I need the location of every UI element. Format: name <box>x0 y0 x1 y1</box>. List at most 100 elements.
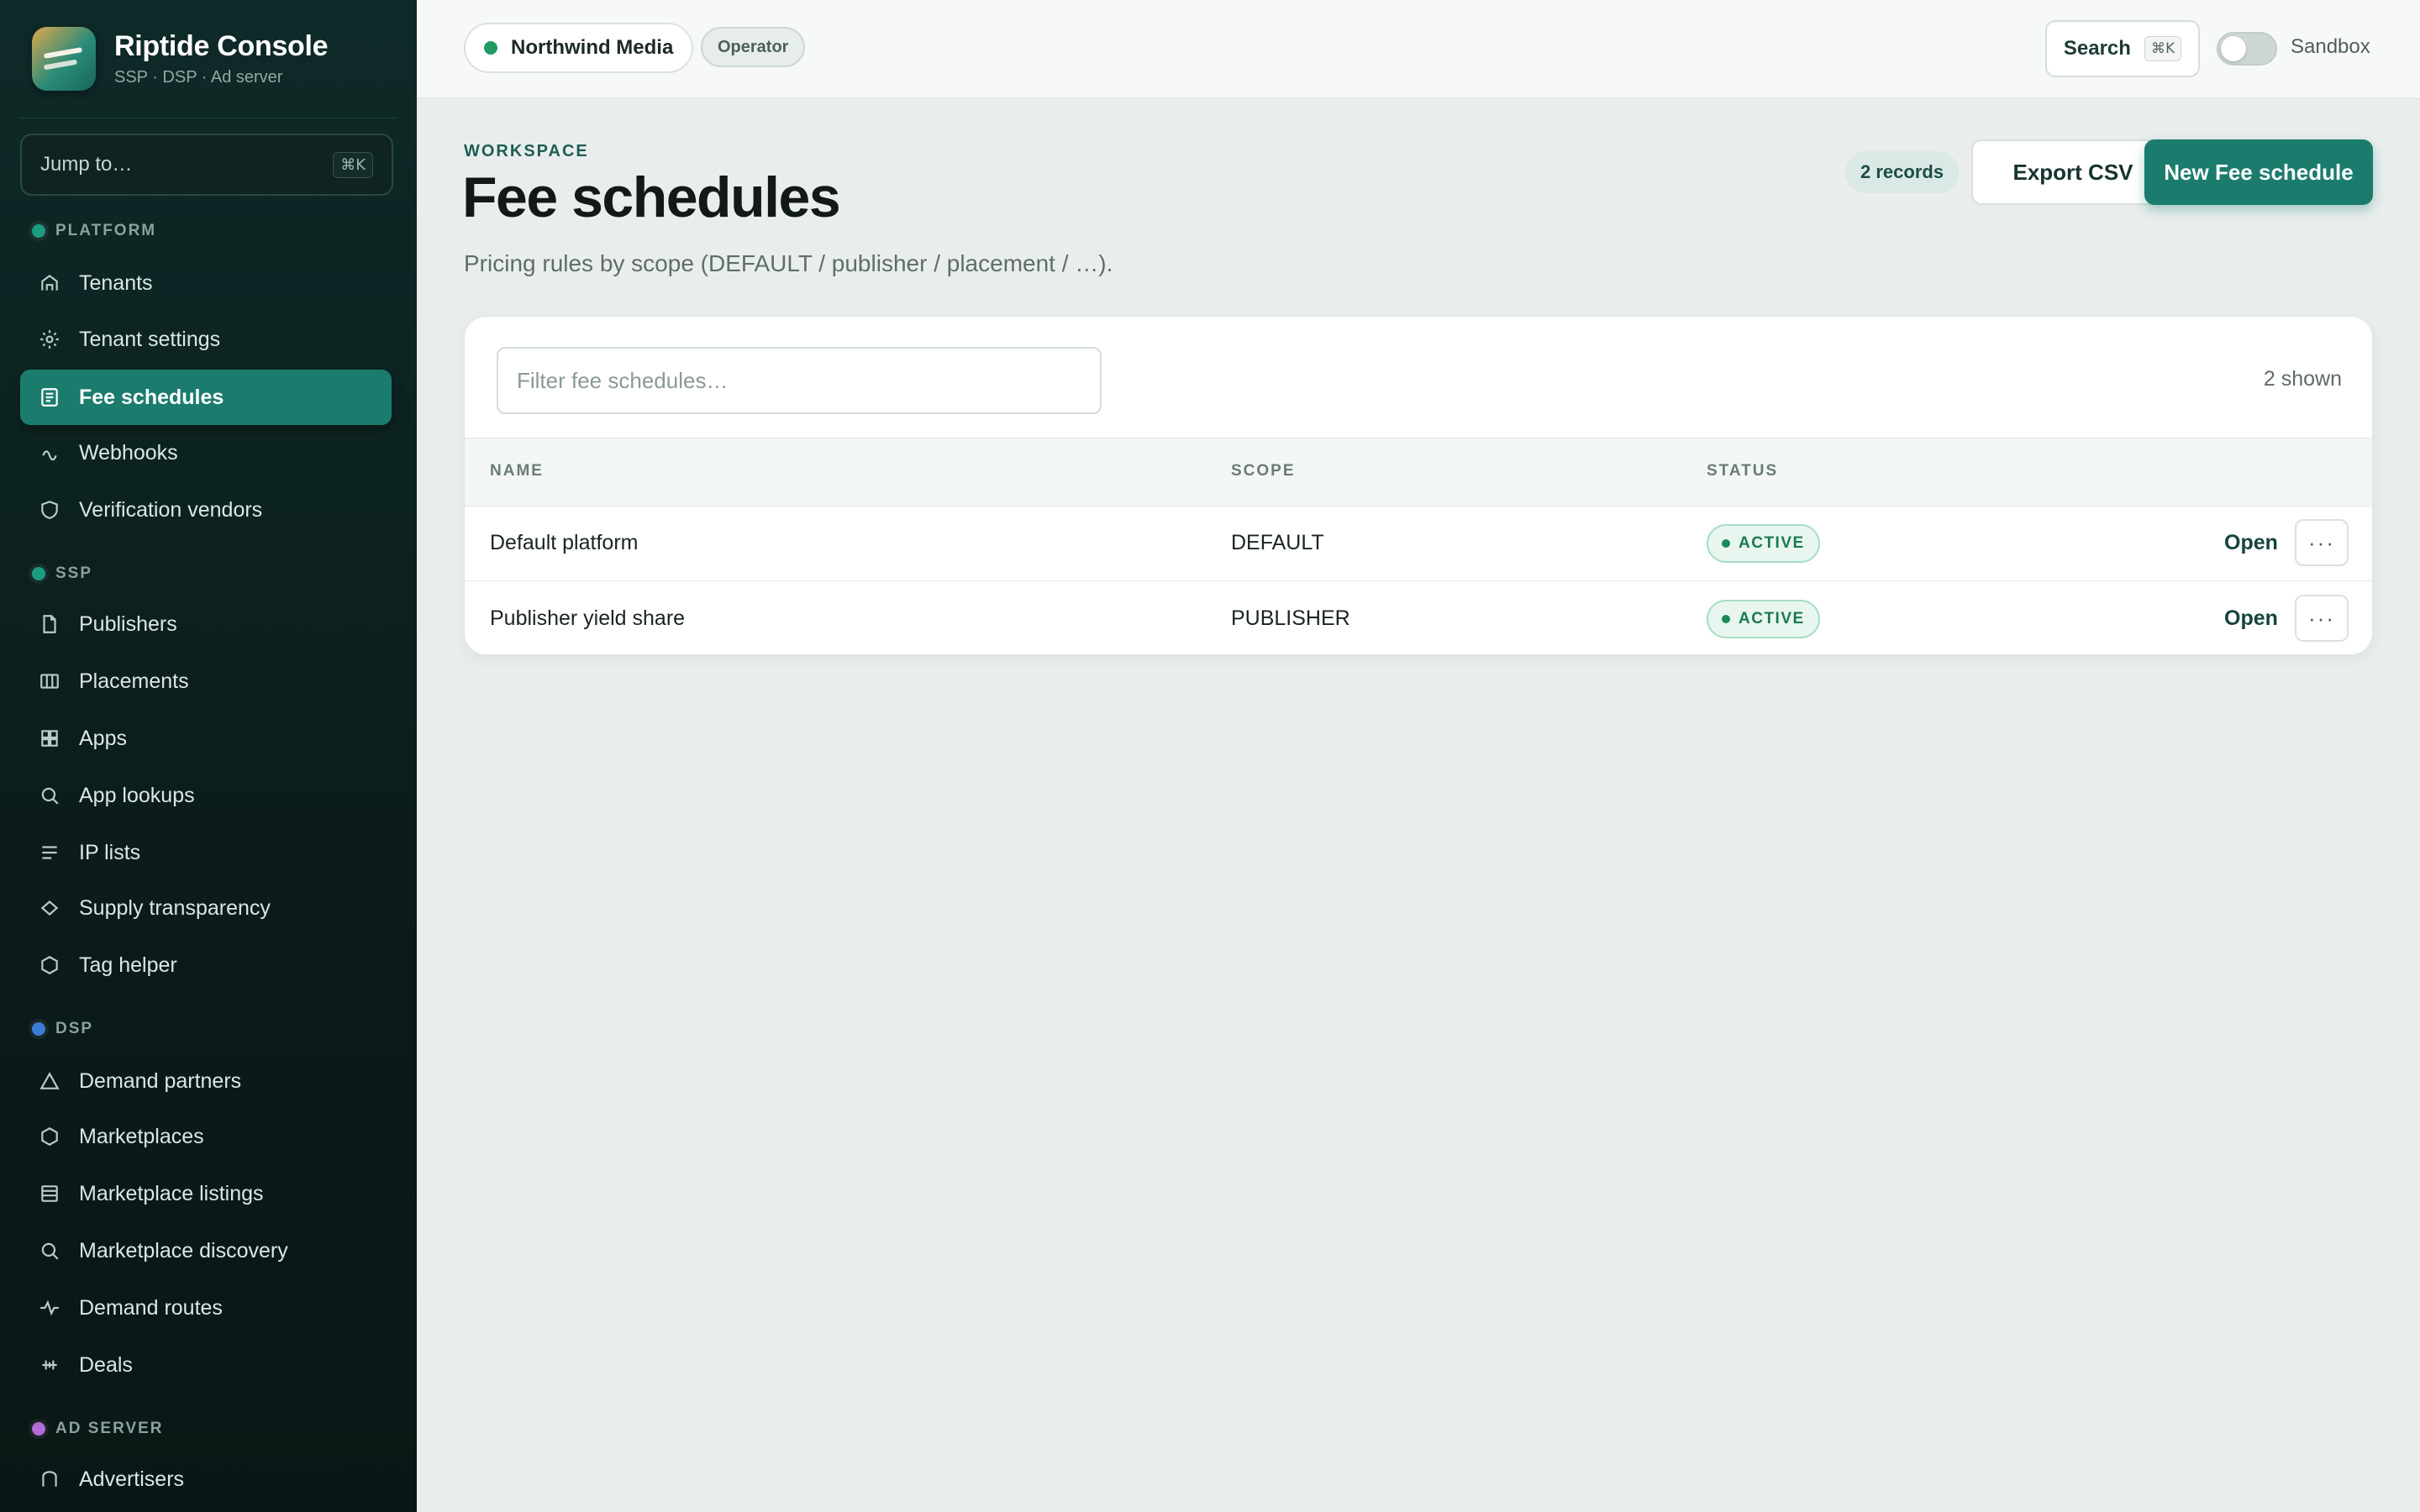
search-icon <box>39 1240 60 1262</box>
sidebar-item-label: Marketplace listings <box>79 1181 264 1205</box>
table-row[interactable]: Publisher yield share PUBLISHER ACTIVE O… <box>465 581 2372 654</box>
document-icon <box>39 386 60 408</box>
webhook-icon <box>39 442 60 464</box>
status-dot <box>1722 539 1730 548</box>
tenant-name: Northwind Media <box>511 36 674 59</box>
grid-icon <box>39 727 60 749</box>
open-link[interactable]: Open <box>2224 531 2278 555</box>
brand-title: Riptide Console <box>114 30 329 62</box>
section-ssp: SSP <box>32 564 92 583</box>
pulse-icon <box>39 1297 60 1319</box>
sidebar-item-webhooks[interactable]: Webhooks <box>20 425 392 480</box>
jump-to-input[interactable]: Jump to… ⌘K <box>20 134 393 196</box>
sidebar-item-label: Tenants <box>79 270 153 295</box>
toggle-knob <box>2221 36 2246 61</box>
topbar: Northwind Media Operator Search ⌘K Sandb… <box>417 0 2420 98</box>
section-platform: PLATFORM <box>32 222 156 240</box>
sidebar-item-label: App lookups <box>79 783 195 807</box>
fee-schedules-card: 2 shown NAME SCOPE STATUS Default platfo… <box>464 316 2373 655</box>
sidebar-item-label: Verification vendors <box>79 497 263 522</box>
table-header: NAME SCOPE STATUS <box>465 438 2372 507</box>
new-fee-schedule-button[interactable]: New Fee schedule <box>2144 139 2373 205</box>
sidebar-item-fee-schedules[interactable]: Fee schedules <box>20 370 392 425</box>
sidebar-item-supply-transparency[interactable]: Supply transparency <box>20 880 392 936</box>
column-header-status[interactable]: STATUS <box>1707 462 1778 480</box>
section-dot <box>32 1022 45 1036</box>
column-header-scope[interactable]: SCOPE <box>1231 462 1296 480</box>
triangle-icon <box>39 1070 60 1092</box>
status-dot <box>1722 615 1730 623</box>
shown-count: 2 shown <box>2263 367 2342 391</box>
sidebar-item-label: Placements <box>79 669 189 693</box>
section-label: DSP <box>55 1020 94 1037</box>
sidebar-item-app-lookups[interactable]: App lookups <box>20 768 392 823</box>
sidebar-item-tenant-settings[interactable]: Tenant settings <box>20 312 392 367</box>
sidebar-item-advertisers[interactable]: Advertisers <box>20 1452 392 1507</box>
shield-icon <box>39 499 60 521</box>
brand[interactable]: Riptide Console SSP · DSP · Ad server <box>32 27 329 91</box>
section-dot <box>32 567 45 580</box>
jump-to-label: Jump to… <box>40 153 133 176</box>
more-options-icon[interactable]: ··· <box>2295 595 2349 642</box>
sidebar-item-ip-lists[interactable]: IP lists <box>20 825 392 880</box>
sidebar-item-tenants[interactable]: Tenants <box>20 255 392 311</box>
sidebar-item-deals[interactable]: Deals <box>20 1337 392 1393</box>
row-name: Publisher yield share <box>490 606 686 630</box>
row-scope: PUBLISHER <box>1231 606 1350 630</box>
sidebar-item-marketplace-discovery[interactable]: Marketplace discovery <box>20 1223 392 1278</box>
file-icon <box>39 613 60 635</box>
row-name: Default platform <box>490 531 639 554</box>
sidebar-item-publishers[interactable]: Publishers <box>20 596 392 652</box>
sidebar-item-apps[interactable]: Apps <box>20 711 392 766</box>
sandbox-label: Sandbox <box>2291 35 2370 58</box>
status-badge: ACTIVE <box>1707 600 1820 638</box>
sidebar-item-marketplaces[interactable]: Marketplaces <box>20 1109 392 1164</box>
sidebar-item-demand-routes[interactable]: Demand routes <box>20 1280 392 1336</box>
diamond-icon <box>39 897 60 919</box>
tenant-status-dot <box>484 41 497 55</box>
list-icon <box>39 842 60 864</box>
hexagon-icon <box>39 1126 60 1147</box>
sidebar-item-label: Advertisers <box>79 1467 185 1491</box>
status-badge: ACTIVE <box>1707 524 1820 563</box>
sidebar-item-demand-partners[interactable]: Demand partners <box>20 1053 392 1109</box>
sidebar-item-label: Demand partners <box>79 1068 242 1093</box>
logo <box>32 27 96 91</box>
sidebar-item-marketplace-listings[interactable]: Marketplace listings <box>20 1166 392 1221</box>
section-label: AD SERVER <box>55 1420 164 1437</box>
sidebar-item-label: Tag helper <box>79 953 177 977</box>
sidebar-item-placements[interactable]: Placements <box>20 654 392 709</box>
section-dot <box>32 224 45 238</box>
section-dsp: DSP <box>32 1020 93 1038</box>
page-eyebrow: WORKSPACE <box>464 142 589 160</box>
sidebar-item-verification-vendors[interactable]: Verification vendors <box>20 482 392 538</box>
brand-subtitle: SSP · DSP · Ad server <box>114 68 283 87</box>
search-button[interactable]: Search ⌘K <box>2045 20 2200 77</box>
jump-shortcut: ⌘K <box>333 151 373 178</box>
hexagon-icon <box>39 954 60 976</box>
sidebar-item-tag-helper[interactable]: Tag helper <box>20 937 392 993</box>
sidebar-item-label: Tenant settings <box>79 327 221 351</box>
listing-icon <box>39 1183 60 1205</box>
status-label: ACTIVE <box>1739 610 1805 627</box>
tenant-switcher[interactable]: Northwind Media <box>464 23 694 73</box>
search-shortcut: ⌘K <box>2144 36 2182 61</box>
table-row[interactable]: Default platform DEFAULT ACTIVE Open ··· <box>465 506 2372 581</box>
sandbox-toggle[interactable] <box>2217 32 2277 66</box>
sidebar-item-label: Deals <box>79 1352 133 1377</box>
sidebar-item-label: Marketplaces <box>79 1124 204 1148</box>
gear-icon <box>39 328 60 350</box>
sidebar-item-label: Apps <box>79 726 127 750</box>
sidebar-item-label: Supply transparency <box>79 895 271 920</box>
columns-icon <box>39 670 60 692</box>
records-badge: 2 records <box>1845 151 1960 193</box>
section-dot <box>32 1422 45 1436</box>
column-header-name[interactable]: NAME <box>490 462 544 480</box>
sidebar-item-label: Fee schedules <box>79 385 224 409</box>
sidebar: Riptide Console SSP · DSP · Ad server Ju… <box>0 0 417 1512</box>
filter-input[interactable] <box>497 347 1102 414</box>
section-ad-server: AD SERVER <box>32 1420 164 1438</box>
open-link[interactable]: Open <box>2224 606 2278 631</box>
section-label: SSP <box>55 564 93 582</box>
more-options-icon[interactable]: ··· <box>2295 519 2349 566</box>
